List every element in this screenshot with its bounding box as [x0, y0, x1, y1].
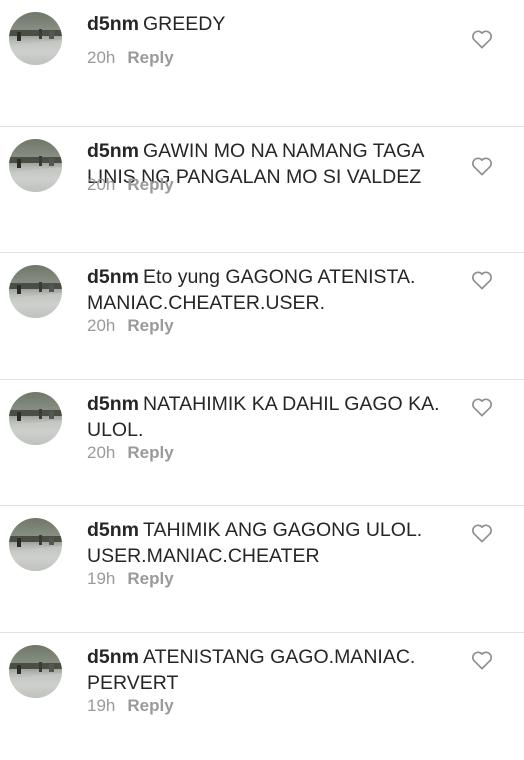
heart-outline-icon[interactable] — [471, 397, 493, 417]
comment-item: d5nm ATENISTANG GAGO.MANIAC. PERVERT 19h R… — [0, 633, 524, 760]
comment-meta: 20h Reply — [87, 443, 174, 463]
comment-timestamp: 20h — [87, 442, 116, 462]
comment-list: d5nm GREEDY 20h Reply d5nm GAWIN MO NA NAMA… — [0, 0, 524, 715]
comment-text-line: MANIAC.CHEATER.USER. — [87, 292, 325, 315]
reply-button[interactable]: Reply — [127, 569, 173, 588]
comment-item: d5nm GREEDY 20h Reply — [0, 0, 524, 127]
comment-body: d5nm Eto yung GAGONG ATENISTA. MANIAC.CHE… — [87, 264, 457, 316]
comment-body: d5nm GREEDY — [87, 11, 457, 37]
comment-text-line: ULOL. — [87, 418, 144, 441]
comment-timestamp: 20h — [87, 174, 116, 194]
comment-text-line: Eto yung GAGONG ATENISTA. — [143, 266, 416, 289]
heart-outline-icon[interactable] — [471, 156, 493, 176]
avatar[interactable] — [9, 265, 62, 319]
comment-item: d5nm NATAHIMIK KA DAHIL GAGO KA. ULOL. 20… — [0, 380, 524, 507]
comment-body: d5nm NATAHIMIK KA DAHIL GAGO KA. ULOL. — [87, 391, 457, 443]
avatar[interactable] — [9, 644, 62, 698]
reply-button[interactable]: Reply — [127, 175, 173, 194]
comment-body: d5nm ATENISTANG GAGO.MANIAC. PERVERT — [87, 644, 457, 696]
comment-meta: 20h Reply — [87, 316, 174, 336]
comment-username[interactable]: d5nm — [87, 266, 139, 288]
comment-meta: 20h Reply — [87, 48, 174, 68]
reply-button[interactable]: Reply — [127, 48, 173, 67]
heart-outline-icon[interactable] — [471, 29, 493, 49]
comment-username[interactable]: d5nm — [87, 393, 139, 415]
reply-button[interactable]: Reply — [127, 316, 173, 335]
heart-outline-icon[interactable] — [471, 523, 493, 543]
comment-meta: 20h Reply — [87, 175, 174, 195]
reply-button[interactable]: Reply — [127, 696, 173, 715]
comment-item: d5nm TAHIMIK ANG GAGONG ULOL. USER.MANIAC… — [0, 506, 524, 633]
comment-text-line: GAWIN MO NA NAMANG TAGA — [143, 139, 425, 162]
comment-text-line: NATAHIMIK KA DAHIL GAGO KA. — [143, 392, 440, 415]
avatar[interactable] — [9, 138, 62, 192]
comment-text-line: ATENISTANG GAGO.MANIAC. — [143, 645, 416, 668]
avatar[interactable] — [9, 391, 62, 445]
comment-text-line: PERVERT — [87, 671, 179, 694]
avatar[interactable] — [9, 12, 62, 65]
comment-timestamp: 19h — [87, 695, 116, 715]
comment-username[interactable]: d5nm — [87, 140, 139, 162]
heart-outline-icon[interactable] — [471, 270, 493, 290]
comment-text-line: GREEDY — [143, 13, 226, 35]
reply-button[interactable]: Reply — [127, 443, 173, 462]
heart-outline-icon[interactable] — [471, 650, 493, 670]
comment-timestamp: 19h — [87, 569, 116, 589]
comment-item: d5nm GAWIN MO NA NAMANG TAGA LINIS NG PAN… — [0, 127, 524, 254]
comment-timestamp: 20h — [87, 48, 116, 67]
comment-timestamp: 20h — [87, 316, 116, 336]
avatar[interactable] — [9, 518, 62, 572]
comment-item: d5nm Eto yung GAGONG ATENISTA. MANIAC.CHE… — [0, 253, 524, 380]
comment-body: d5nm TAHIMIK ANG GAGONG ULOL. USER.MANIAC… — [87, 517, 457, 569]
comment-text-line: USER.MANIAC.CHEATER — [87, 545, 320, 568]
comment-text-line: TAHIMIK ANG GAGONG ULOL. — [143, 519, 423, 542]
comment-meta: 19h Reply — [87, 569, 174, 589]
comment-username[interactable]: d5nm — [87, 646, 139, 668]
comment-meta: 19h Reply — [87, 696, 174, 716]
comment-username[interactable]: d5nm — [87, 13, 139, 35]
comment-username[interactable]: d5nm — [87, 519, 139, 541]
